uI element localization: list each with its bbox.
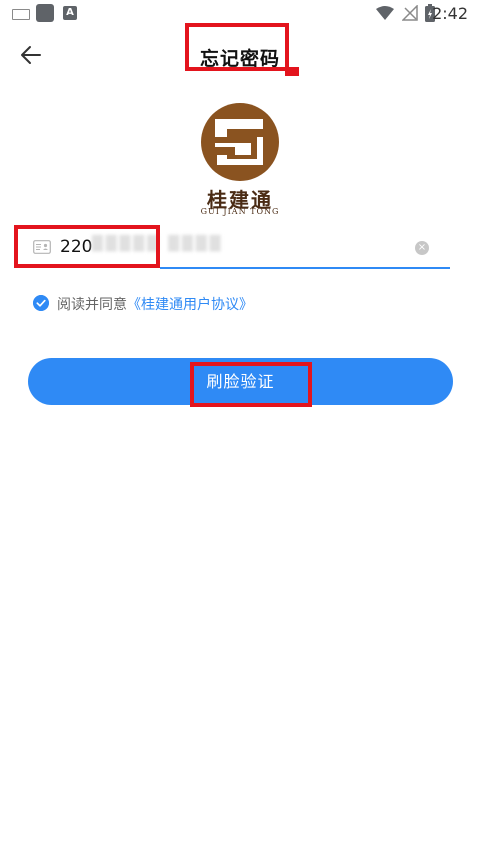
agreement-prefix: 阅读并同意 [57,297,127,313]
annotation-box-title [185,23,289,71]
font-notification-icon: A [63,6,77,20]
annotation-marker [285,67,299,76]
status-time: 2:42 [432,4,468,23]
keyboard-icon [12,9,30,20]
app-notification-icon [36,4,54,22]
no-signal-icon [402,5,418,21]
user-agreement-link[interactable]: 《桂建通用户协议》 [127,297,253,313]
annotation-box-button [190,362,312,407]
agreement-text: 阅读并同意《桂建通用户协议》 [57,294,253,314]
logo-english-name: GUI JIAN TONG [200,207,280,216]
annotation-box-id-field [14,225,160,268]
input-underline [160,267,450,269]
wifi-icon [376,6,394,20]
agreement-checkbox[interactable] [33,295,49,311]
app-logo [201,103,279,181]
clear-input-icon[interactable]: × [415,241,429,255]
